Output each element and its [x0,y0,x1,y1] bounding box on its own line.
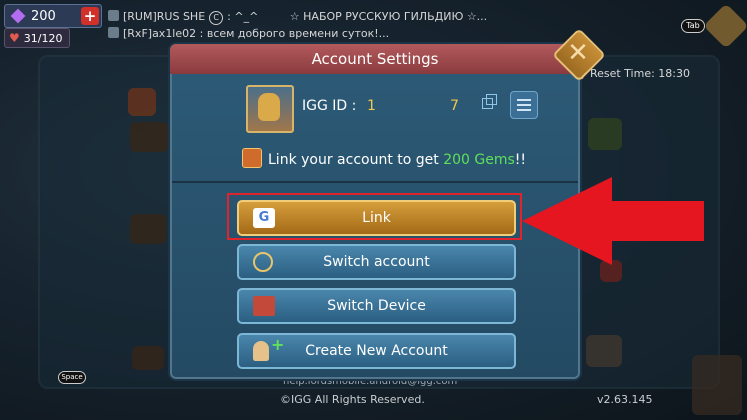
chat-message: [RxF]ax1le02 : всем доброго времени суто… [123,27,390,40]
gift-icon [242,148,262,168]
switch-account-icon [253,252,273,272]
list-icon-line [517,109,531,111]
chat-icon [108,10,119,21]
close-icon: ✕ [567,38,589,68]
igg-id-suffix: 7 [450,98,459,114]
link-highlight-box [227,193,522,240]
heart-icon: ♥ [9,31,20,45]
add-user-icon [253,341,269,361]
gems-value: 200 [31,8,56,24]
copyright-text: ©IGG All Rights Reserved. [280,393,425,406]
stamina-value: 31/120 [23,31,63,45]
chat-icon [108,27,119,38]
igg-id-value: 1 [367,98,376,114]
close-button[interactable]: ✕ [552,28,606,82]
chat-message-extra: ☆ НАБОР РУССКУЮ ГИЛЬДИЮ ☆... [289,10,488,23]
copy-icon[interactable] [482,94,497,109]
buy-gems-button[interactable]: + [81,7,99,25]
gem-icon [10,8,26,24]
divider [172,181,578,183]
igg-id-label: IGG ID : [302,98,357,114]
switch-account-button[interactable]: Switch account [237,244,516,280]
create-account-label: Create New Account [305,343,448,359]
switch-device-label: Switch Device [327,298,426,314]
tab-key-hint: Tab [681,19,705,33]
version-text: v2.63.145 [597,393,653,406]
promo-gems: 200 Gems [443,152,515,168]
chat-line: [RxF]ax1le02 : всем доброго времени суто… [108,25,487,42]
list-icon-line [517,104,531,106]
switch-account-label: Switch account [323,254,430,270]
pointer-arrow-icon [522,177,704,265]
promo-text: Link your account to get [268,152,444,168]
list-icon [517,99,531,101]
chat-badge: C [209,11,224,25]
plus-icon: + [271,335,285,354]
avatar [246,85,294,133]
promo-suffix: !! [514,152,527,168]
dialog-title: Account Settings [170,44,580,74]
chat-message: : ^_^ [227,10,259,23]
switch-device-button[interactable]: Switch Device [237,288,516,324]
create-account-button[interactable]: + Create New Account [237,333,516,369]
link-promo-text: Link your account to get 200 Gems!! [242,148,526,168]
switch-device-icon [253,296,275,316]
account-list-button[interactable] [510,91,538,119]
gems-counter: 200 + [4,4,102,28]
stamina-counter: ♥ 31/120 [4,28,70,48]
space-key-hint: Space [58,371,86,384]
chat-line: [RUM]RUS SHE C: ^_^ ☆ НАБОР РУССКУЮ ГИЛЬД… [108,8,487,25]
chat-preview[interactable]: [RUM]RUS SHE C: ^_^ ☆ НАБОР РУССКУЮ ГИЛЬД… [108,8,487,42]
chat-sender: [RUM]RUS SHE [123,10,206,23]
hero-portrait-icon [258,93,280,121]
arrow-shape [522,177,704,265]
